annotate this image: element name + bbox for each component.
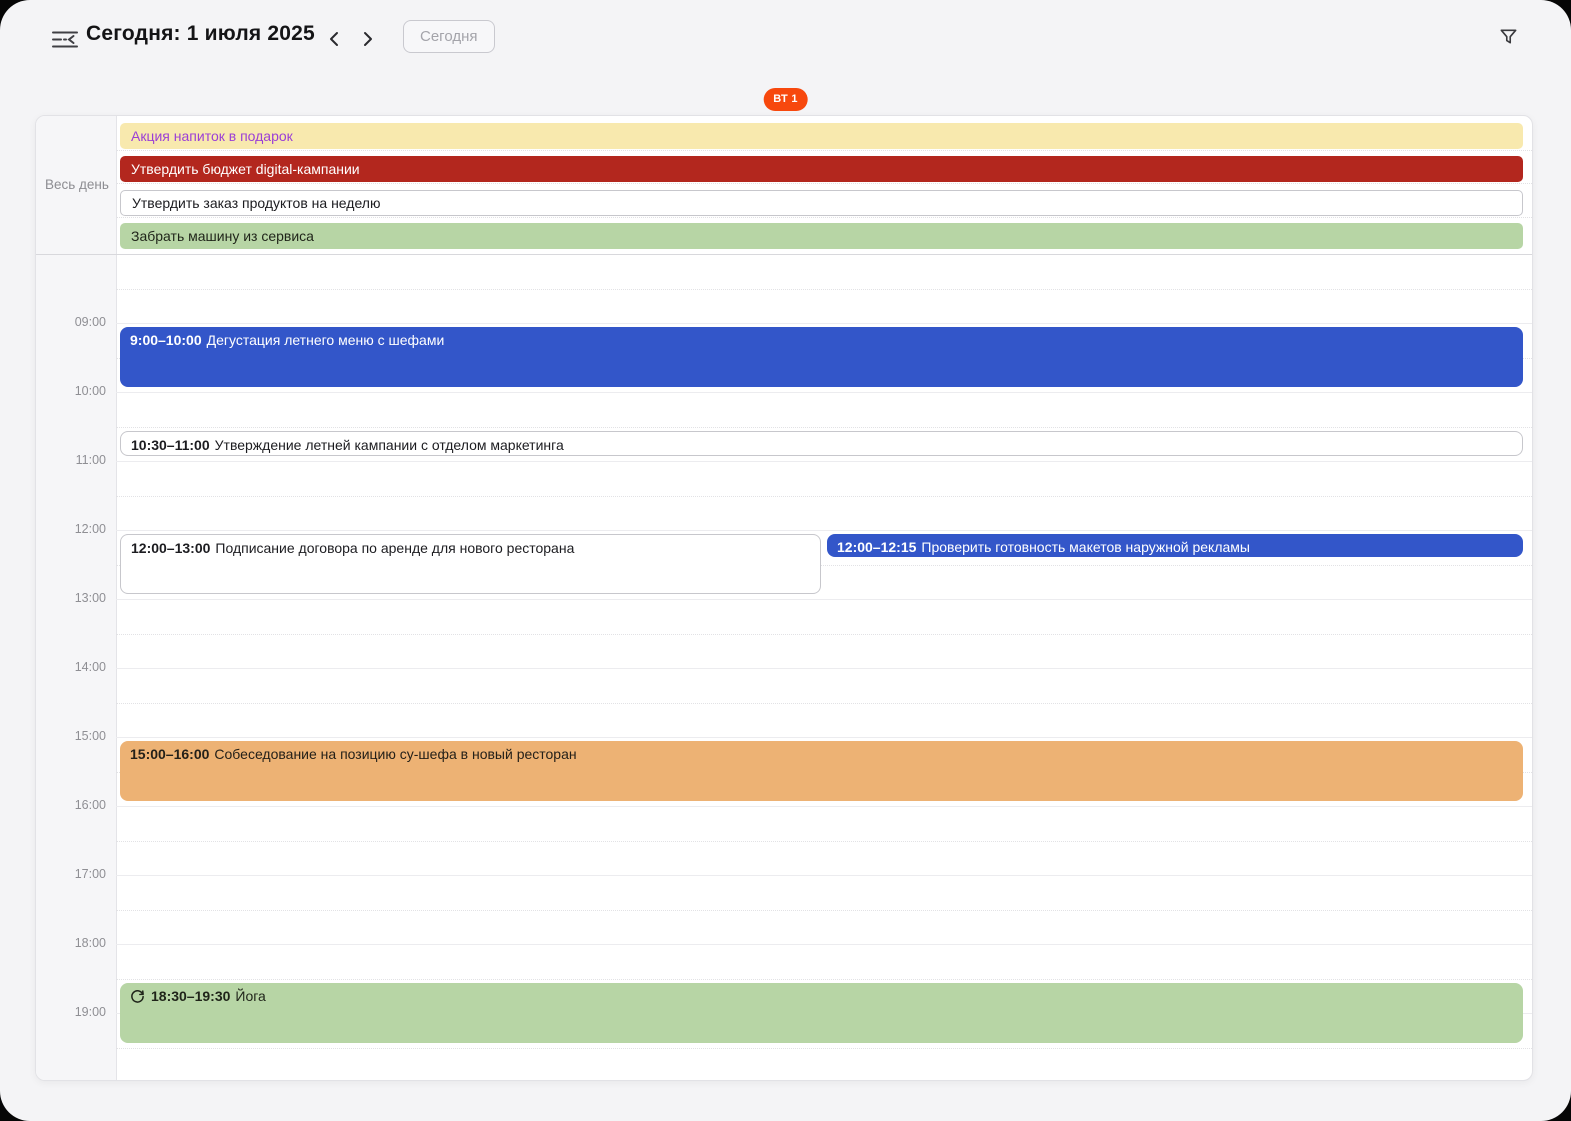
toolbar: Сегодня: 1 июля 2025 Сегодня <box>0 0 1571 72</box>
hour-line <box>116 668 1532 669</box>
collapse-sidebar-icon <box>52 28 78 54</box>
hour-line <box>116 392 1532 393</box>
all-day-section: Весь день Акция напиток в подарок Утверди… <box>36 116 1532 255</box>
half-hour-line <box>116 703 1532 704</box>
all-day-event[interactable]: Акция напиток в подарок <box>120 123 1523 149</box>
chevron-left-icon <box>328 30 340 51</box>
hour-line <box>116 806 1532 807</box>
all-day-event[interactable]: Утвердить заказ продуктов на неделю <box>120 190 1523 216</box>
current-day-badge[interactable]: ВТ 1 <box>763 88 808 111</box>
event[interactable]: 18:30–19:30 Йога <box>120 983 1523 1043</box>
half-hour-line <box>116 634 1532 635</box>
hour-label: 12:00 <box>36 522 106 536</box>
hour-line <box>116 461 1532 462</box>
hour-line <box>116 530 1532 531</box>
event-title: Дегустация летнего меню с шефами <box>207 332 445 348</box>
half-hour-line <box>116 910 1532 911</box>
chevron-right-icon <box>362 30 374 51</box>
all-day-row-separator <box>117 150 1532 151</box>
today-button[interactable]: Сегодня <box>403 20 495 53</box>
half-hour-line <box>116 427 1532 428</box>
hour-label: 17:00 <box>36 867 106 881</box>
event-time: 10:30–11:00 <box>131 437 210 453</box>
half-hour-line <box>116 496 1532 497</box>
calendar-window: Сегодня: 1 июля 2025 Сегодня ВТ 1 Весь д… <box>0 0 1571 1121</box>
hour-label: 16:00 <box>36 798 106 812</box>
all-day-row-separator <box>117 183 1532 184</box>
event[interactable]: 15:00–16:00 Собеседование на позицию су-ш… <box>120 741 1523 801</box>
hour-label: 14:00 <box>36 660 106 674</box>
event[interactable]: 12:00–13:00 Подписание договора по аренде… <box>120 534 821 594</box>
event-title: Йога <box>235 988 265 1004</box>
event-time: 15:00–16:00 <box>130 746 209 762</box>
event-time: 12:00–13:00 <box>131 540 210 556</box>
all-day-label: Весь день <box>45 177 109 192</box>
event[interactable]: 9:00–10:00 Дегустация летнего меню с шефа… <box>120 327 1523 387</box>
filter-button[interactable] <box>1494 22 1523 54</box>
event[interactable]: 10:30–11:00 Утверждение летней кампании с… <box>120 431 1523 457</box>
hour-label: 09:00 <box>36 315 106 329</box>
half-hour-line <box>116 979 1532 980</box>
event-time: 9:00–10:00 <box>130 332 202 348</box>
hour-line <box>116 599 1532 600</box>
hour-line <box>116 875 1532 876</box>
hour-line <box>116 944 1532 945</box>
half-hour-line <box>116 841 1532 842</box>
event-time: 18:30–19:30 <box>151 988 230 1004</box>
hour-label: 10:00 <box>36 384 106 398</box>
filter-funnel-icon <box>1498 26 1519 50</box>
sidebar-toggle-button[interactable] <box>48 24 82 58</box>
event-title: Подписание договора по аренде для нового… <box>215 540 574 556</box>
day-view: Весь день Акция напиток в подарок Утверди… <box>35 115 1533 1081</box>
hour-label: 18:00 <box>36 936 106 950</box>
recurring-icon <box>130 989 145 1004</box>
all-day-row-separator <box>117 217 1532 218</box>
event-title: Собеседование на позицию су-шефа в новый… <box>214 746 576 762</box>
page-title: Сегодня: 1 июля 2025 <box>86 22 315 46</box>
hour-label: 13:00 <box>36 591 106 605</box>
hour-line <box>116 323 1532 324</box>
event[interactable]: 12:00–12:15 Проверить готовность макетов … <box>827 534 1523 557</box>
all-day-event[interactable]: Утвердить бюджет digital-кампании <box>120 156 1523 182</box>
half-hour-line <box>116 289 1532 290</box>
event-title: Утверждение летней кампании с отделом ма… <box>215 437 564 453</box>
next-day-button[interactable] <box>358 26 378 55</box>
all-day-event[interactable]: Забрать машину из сервиса <box>120 223 1523 249</box>
hour-label: 11:00 <box>36 453 106 467</box>
hour-label: 15:00 <box>36 729 106 743</box>
hour-label: 19:00 <box>36 1005 106 1019</box>
event-time: 12:00–12:15 <box>837 539 916 555</box>
hour-line <box>116 737 1532 738</box>
event-title: Проверить готовность макетов наружной ре… <box>921 539 1250 555</box>
prev-day-button[interactable] <box>324 26 344 55</box>
half-hour-line <box>116 1048 1532 1049</box>
time-grid[interactable]: 09:00 10:00 11:00 12:00 13:00 14:00 15:00 16:00… <box>36 254 1532 1080</box>
